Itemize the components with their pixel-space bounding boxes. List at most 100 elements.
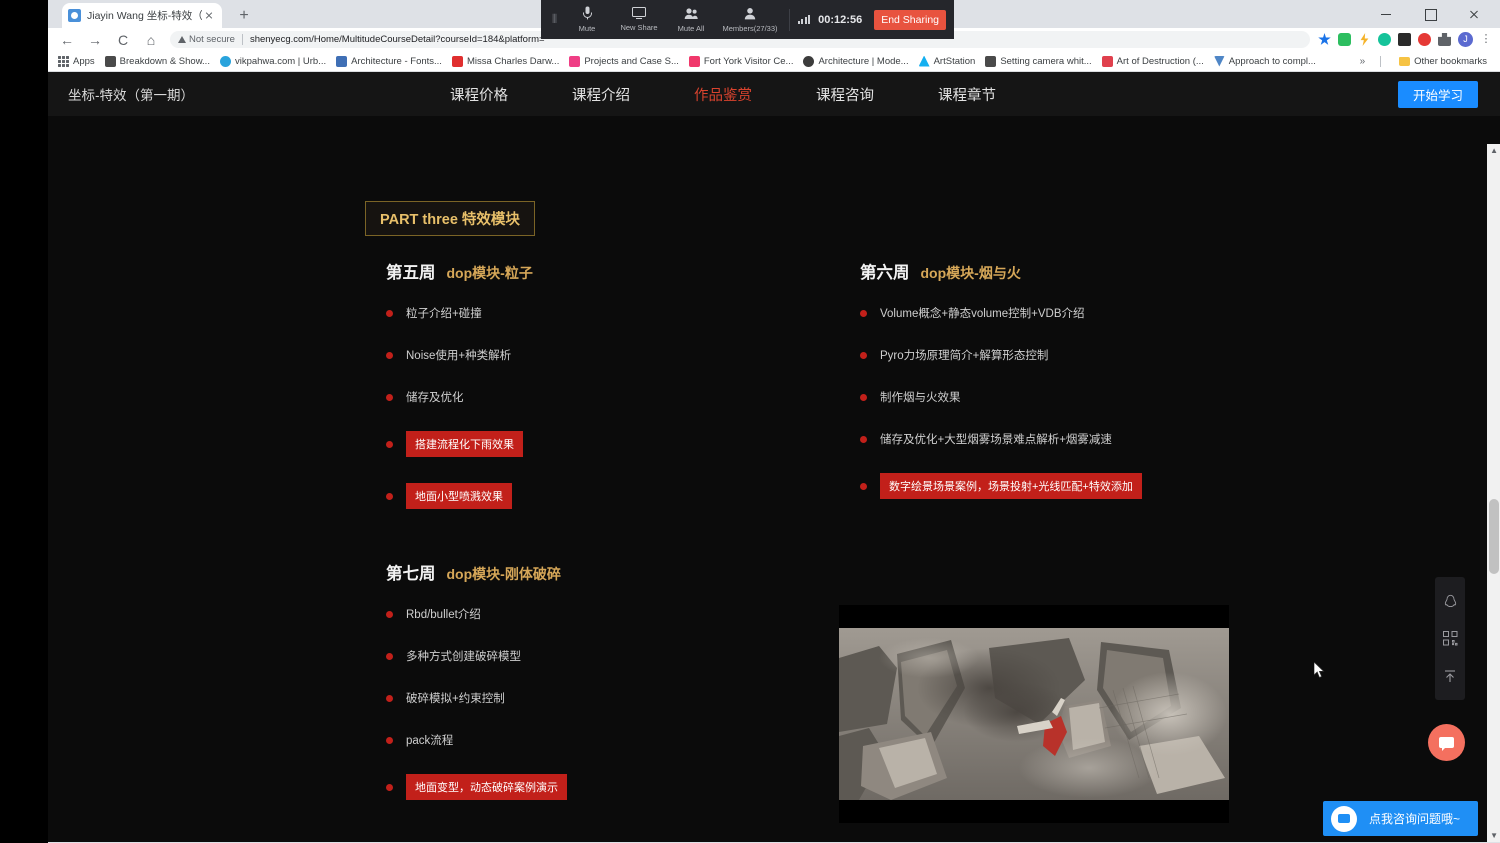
- bullet-dot-icon: [860, 482, 867, 490]
- evernote-extension-icon[interactable]: [1338, 33, 1351, 46]
- bookmark-artstation[interactable]: ArtStation: [916, 55, 983, 67]
- back-to-top-icon[interactable]: [1435, 657, 1465, 694]
- zoom-members-label: Members(27/33): [722, 23, 778, 33]
- tab-title: Jiayin Wang 坐标-特效（第一期: [87, 10, 202, 22]
- scrollbar-thumb[interactable]: [1489, 499, 1499, 574]
- close-tab-icon[interactable]: [202, 9, 216, 23]
- bookmarks-overflow-icon[interactable]: »: [1360, 56, 1366, 67]
- bookmark-label: vikpahwa.com | Urb...: [234, 55, 327, 67]
- new-tab-button[interactable]: +: [234, 6, 254, 26]
- minimize-window-button[interactable]: [1364, 0, 1408, 28]
- nav-item-intro[interactable]: 课程介绍: [540, 84, 662, 105]
- floating-chat-button[interactable]: [1428, 724, 1465, 761]
- forward-icon[interactable]: →: [82, 29, 108, 51]
- bookmark-star-icon[interactable]: [1318, 33, 1331, 45]
- bookmark-breakdown-show[interactable]: Breakdown & Show...: [102, 55, 217, 67]
- nav-item-chapters[interactable]: 课程章节: [906, 84, 1028, 105]
- bookmark-label: Missa Charles Darw...: [466, 55, 560, 67]
- bookmark-apps[interactable]: Apps: [55, 55, 102, 67]
- week-header: 第七周 dop模块-刚体破碎: [386, 560, 816, 584]
- scroll-up-arrow-icon[interactable]: ▲: [1490, 146, 1498, 155]
- item-text: 多种方式创建破碎模型: [406, 651, 521, 663]
- course-demo-image[interactable]: [839, 605, 1229, 823]
- week-header: 第六周 dop模块-烟与火: [860, 259, 1290, 283]
- bullet-dot-icon: [386, 694, 393, 702]
- adblock-extension-icon[interactable]: [1418, 33, 1431, 46]
- week-number: 第六周: [860, 264, 910, 282]
- scroll-down-arrow-icon[interactable]: ▼: [1490, 831, 1498, 840]
- mute-all-icon: [684, 7, 698, 22]
- window-controls: [1364, 0, 1496, 28]
- end-sharing-button[interactable]: End Sharing: [874, 9, 946, 30]
- bookmark-architecture-fonts[interactable]: Architecture - Fonts...: [333, 55, 449, 67]
- qq-penguin-icon[interactable]: [1435, 583, 1465, 620]
- bookmarks-right-group: » Other bookmarks: [1360, 55, 1494, 67]
- bookmark-vikpahwa[interactable]: vikpahwa.com | Urb...: [217, 55, 333, 67]
- zoom-mute-all-button[interactable]: Mute All: [665, 0, 717, 39]
- blocks-icon: [336, 55, 348, 67]
- zoom-members-button[interactable]: Members(27/33): [717, 0, 783, 39]
- bookmark-architecture-model[interactable]: Architecture | Mode...: [800, 55, 915, 67]
- members-icon: [744, 7, 756, 22]
- browser-tab[interactable]: Jiayin Wang 坐标-特效（第一期: [62, 3, 222, 28]
- start-learning-button[interactable]: 开始学习: [1398, 80, 1478, 108]
- chat-bubble-icon: [1439, 737, 1454, 751]
- zoom-meeting-toolbar: ⦀ Mute New Share Mute All Members(27/33): [541, 0, 954, 39]
- close-window-button[interactable]: [1452, 0, 1496, 28]
- home-icon[interactable]: ⌂: [138, 29, 164, 51]
- chat-bubble-icon: [1330, 805, 1357, 832]
- reload-icon[interactable]: C: [110, 29, 136, 51]
- item-text: pack流程: [406, 735, 454, 747]
- list-item: 地面变型，动态破碎案例演示: [386, 774, 816, 800]
- chrome-browser-window: Jiayin Wang 坐标-特效（第一期 + ← → C ⌂ Not secu…: [48, 0, 1500, 843]
- week-item-list: Rbd/bullet介绍 多种方式创建破碎模型 破碎模拟+约束控制 pack流程…: [386, 606, 816, 800]
- pink-doc-icon: [688, 55, 700, 67]
- list-item: 储存及优化+大型烟雾场景难点解析+烟雾减速: [860, 431, 1290, 447]
- profile-avatar[interactable]: J: [1458, 32, 1473, 47]
- nav-item-pricing[interactable]: 课程价格: [418, 84, 540, 105]
- demo-image-frame: [839, 628, 1229, 800]
- lightning-extension-icon[interactable]: [1360, 33, 1369, 46]
- pocket-extension-icon[interactable]: [1398, 33, 1411, 46]
- bookmark-label: Approach to compl...: [1228, 55, 1316, 67]
- week-item-list: Volume概念+静态volume控制+VDB介绍 Pyro力场原理简介+解算形…: [860, 305, 1290, 499]
- part-three-label: PART three 特效模块: [380, 212, 520, 228]
- bullet-dot-icon: [386, 440, 393, 448]
- list-item: 数字绘景场景案例，场景投射+光线匹配+特效添加: [860, 473, 1290, 499]
- bookmark-projects-case-studies[interactable]: Projects and Case S...: [566, 55, 686, 67]
- bookmark-approach-to-complexity[interactable]: Approach to compl...: [1211, 55, 1323, 67]
- zoom-mute-button[interactable]: Mute: [561, 0, 613, 39]
- bookmark-art-of-destruction[interactable]: Art of Destruction (...: [1099, 55, 1211, 67]
- item-text: 粒子介绍+碰撞: [406, 308, 482, 320]
- extensions-puzzle-icon[interactable]: [1438, 33, 1451, 46]
- site-favicon: [68, 9, 81, 22]
- grammarly-extension-icon[interactable]: [1378, 33, 1391, 46]
- drag-handle-icon[interactable]: ⦀: [549, 0, 561, 39]
- bookmarks-bar: Apps Breakdown & Show... vikpahwa.com | …: [48, 51, 1500, 72]
- bookmark-label: Architecture | Mode...: [818, 55, 909, 67]
- page-scrollbar[interactable]: ▲ ▼: [1487, 144, 1500, 842]
- bookmark-missa-charles-darwin[interactable]: Missa Charles Darw...: [449, 55, 566, 67]
- bookmark-label: Breakdown & Show...: [119, 55, 210, 67]
- photo-icon: [985, 55, 997, 67]
- consult-chat-bar[interactable]: 点我咨询问题哦~: [1322, 801, 1478, 836]
- bookmark-fort-york[interactable]: Fort York Visitor Ce...: [686, 55, 801, 67]
- youtube-icon: [451, 55, 463, 67]
- zoom-toolbar-divider: [789, 8, 790, 31]
- city-destruction-illustration: [839, 628, 1229, 800]
- maximize-window-button[interactable]: [1408, 0, 1452, 28]
- other-bookmarks-folder[interactable]: Other bookmarks: [1396, 56, 1494, 67]
- bullet-dot-icon: [860, 351, 867, 359]
- zoom-timer: 00:12:56: [818, 13, 863, 26]
- bullet-dot-icon: [386, 610, 393, 618]
- chrome-menu-icon[interactable]: ⋮: [1480, 34, 1492, 45]
- nav-item-gallery[interactable]: 作品鉴赏: [662, 84, 784, 105]
- zoom-new-share-button[interactable]: New Share: [613, 0, 665, 39]
- art-icon: [104, 55, 116, 67]
- consult-chat-label: 点我咨询问题哦~: [1368, 812, 1460, 826]
- red-site-icon: [1101, 55, 1113, 67]
- bookmark-setting-camera-white[interactable]: Setting camera whit...: [982, 55, 1098, 67]
- nav-item-consult[interactable]: 课程咨询: [784, 84, 906, 105]
- back-icon[interactable]: ←: [54, 29, 80, 51]
- qrcode-icon[interactable]: [1435, 620, 1465, 657]
